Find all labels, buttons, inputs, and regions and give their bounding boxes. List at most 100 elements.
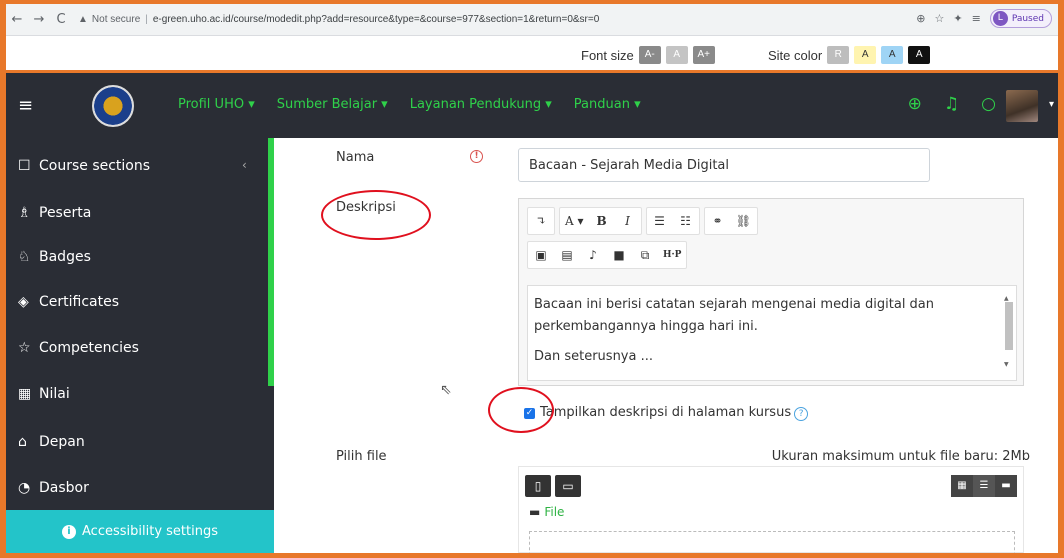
- h5p-button[interactable]: H·P: [658, 242, 686, 268]
- description-line-2: perkembangannya hingga hari ini.: [534, 319, 758, 334]
- dashboard-icon: ◔: [18, 480, 31, 496]
- star-icon[interactable]: ☆: [935, 12, 945, 25]
- annotation-circle-checkbox: [488, 387, 554, 433]
- sidebar-item-dasbor[interactable]: ◔ Dasbor: [18, 480, 89, 496]
- editor-text-area[interactable]: Bacaan ini berisi catatan sejarah mengen…: [527, 285, 1017, 381]
- folder-icon: ▬: [529, 505, 541, 519]
- tree-view-icon[interactable]: ▬: [995, 475, 1017, 497]
- top-navbar: ≡ Profil UHO ▾ Sumber Belajar ▾ Layanan …: [6, 70, 1058, 138]
- zoom-icon[interactable]: ⊕: [916, 12, 925, 25]
- forward-button[interactable]: →: [28, 12, 50, 27]
- italic-button[interactable]: I: [615, 208, 641, 234]
- unordered-list-button[interactable]: ☰: [647, 208, 673, 234]
- create-folder-icon[interactable]: ▭: [555, 475, 581, 497]
- sidebar: ☐ Course sections ‹ ♗ Peserta ♘ Badges ◈…: [6, 138, 274, 553]
- hamburger-menu-icon[interactable]: ≡: [18, 95, 33, 116]
- chat-icon[interactable]: ○: [981, 94, 996, 114]
- extensions-icon[interactable]: ✦: [953, 12, 962, 25]
- ordered-list-button[interactable]: ☷: [673, 208, 699, 234]
- file-drop-zone[interactable]: [529, 531, 1015, 553]
- collapse-chevron-icon[interactable]: ‹: [242, 158, 247, 172]
- grades-icon: ▦: [18, 386, 32, 402]
- max-file-size: Ukuran maksimum untuk file baru: 2Mb: [771, 449, 1030, 464]
- accessibility-bar: Font size A- A A+ Site color R A A A: [6, 36, 1058, 70]
- grid-view-icon[interactable]: ▦: [951, 475, 973, 497]
- menu-panduan[interactable]: Panduan ▾: [574, 97, 641, 112]
- insert-image-button[interactable]: ▣: [528, 242, 554, 268]
- paused-label: Paused: [1011, 13, 1044, 24]
- link-button[interactable]: ⚭: [705, 208, 731, 234]
- record-video-button[interactable]: ■: [606, 242, 632, 268]
- browser-actions: ⊕ ☆ ✦ ≡ L Paused: [916, 9, 1052, 28]
- user-avatar[interactable]: [1006, 90, 1038, 122]
- color-yellow-button[interactable]: A: [854, 46, 877, 64]
- record-audio-button[interactable]: ♪: [580, 242, 606, 268]
- menu-layanan-pendukung[interactable]: Layanan Pendukung ▾: [410, 97, 552, 112]
- profile-avatar: L: [992, 11, 1008, 26]
- add-file-icon[interactable]: ▯: [525, 475, 551, 497]
- list-view-icon[interactable]: ☰: [973, 475, 995, 497]
- show-description-label: Tampilkan deskripsi di halaman kursus?: [540, 405, 809, 421]
- main-menu: Profil UHO ▾ Sumber Belajar ▾ Layanan Pe…: [178, 97, 641, 112]
- required-icon: !: [470, 150, 483, 163]
- sidebar-item-course-sections[interactable]: ☐ Course sections: [18, 158, 150, 174]
- color-default-button[interactable]: R: [827, 46, 850, 64]
- mouse-cursor-icon: ⇖: [440, 382, 452, 398]
- bell-icon[interactable]: ♫: [944, 94, 959, 114]
- sidebar-item-badges[interactable]: ♘ Badges: [18, 249, 91, 265]
- font-decrease-button[interactable]: A-: [638, 46, 661, 64]
- reload-button[interactable]: C: [50, 12, 72, 27]
- font-size-controls: Font size A- A A+: [581, 46, 715, 64]
- font-increase-button[interactable]: A+: [692, 46, 715, 64]
- certificate-icon: ◈: [18, 294, 29, 310]
- paragraph-style-button[interactable]: A ▾: [560, 208, 589, 234]
- address-bar[interactable]: ▲ Not secure | e-green.uho.ac.id/course/…: [78, 8, 599, 32]
- info-icon: i: [62, 524, 77, 539]
- profile-paused-button[interactable]: L Paused: [989, 9, 1052, 28]
- name-input[interactable]: Bacaan - Sejarah Media Digital: [518, 148, 930, 182]
- editor-scrollbar[interactable]: ▲ ▼: [1004, 288, 1014, 376]
- badge-icon: ♘: [18, 249, 31, 265]
- sidebar-item-certificates[interactable]: ◈ Certificates: [18, 294, 119, 310]
- color-dark-button[interactable]: A: [908, 46, 931, 64]
- select-file-label: Pilih file: [336, 449, 387, 464]
- url-text: e-green.uho.ac.id/course/modedit.php?add…: [152, 14, 600, 25]
- site-color-label: Site color: [768, 47, 823, 63]
- back-button[interactable]: ←: [6, 12, 28, 27]
- accessibility-settings-button[interactable]: i Accessibility settings: [6, 510, 274, 553]
- help-icon[interactable]: ?: [794, 407, 809, 421]
- description-line-3: Dan seterusnya ...: [534, 349, 653, 364]
- security-status: Not secure: [91, 14, 141, 25]
- university-logo[interactable]: [92, 85, 134, 127]
- navbar-icons: ⊕ ♫ ○: [908, 94, 996, 114]
- sidebar-item-peserta[interactable]: ♗ Peserta: [18, 205, 91, 221]
- font-reset-button[interactable]: A: [665, 46, 688, 64]
- site-color-controls: Site color R A A A: [768, 46, 931, 64]
- font-size-label: Font size: [581, 47, 634, 63]
- globe-icon[interactable]: ⊕: [908, 94, 922, 114]
- home-icon: ⌂: [18, 434, 27, 450]
- menu-profil-uho[interactable]: Profil UHO ▾: [178, 97, 255, 112]
- menu-sumber-belajar[interactable]: Sumber Belajar ▾: [277, 97, 388, 112]
- file-folder-link[interactable]: ▬ File: [529, 505, 564, 519]
- sidebar-item-competencies[interactable]: ☆ Competencies: [18, 340, 139, 356]
- sidebar-item-depan[interactable]: ⌂ Depan: [18, 434, 85, 450]
- editor-toolbar-row-2: ▣ ▤ ♪ ■ ⧉ H·P: [527, 241, 688, 269]
- sidebar-item-nilai[interactable]: ▦ Nilai: [18, 386, 70, 402]
- manage-files-button[interactable]: ⧉: [632, 242, 658, 268]
- bold-button[interactable]: B: [589, 208, 615, 234]
- description-line-1: Bacaan ini berisi catatan sejarah mengen…: [534, 297, 935, 312]
- toolbar-toggle-button[interactable]: ↴: [528, 208, 554, 234]
- browser-toolbar: ← → C ▲ Not secure | e-green.uho.ac.id/c…: [6, 4, 1058, 36]
- user-menu-caret-icon[interactable]: ▾: [1049, 99, 1054, 110]
- file-manager: ▯ ▭ ▦ ☰ ▬ ▬ File: [518, 466, 1024, 553]
- media-icon[interactable]: ≡: [972, 12, 981, 25]
- unlink-button[interactable]: ⛓: [731, 208, 757, 234]
- screen: ← → C ▲ Not secure | e-green.uho.ac.id/c…: [6, 4, 1058, 553]
- square-icon: ☐: [18, 158, 31, 174]
- annotation-circle-description: [321, 190, 431, 240]
- insert-media-button[interactable]: ▤: [554, 242, 580, 268]
- editor-toolbar-row-1: ↴ A ▾ B I ☰ ☷ ⚭ ⛓: [527, 207, 758, 235]
- star-icon: ☆: [18, 340, 31, 356]
- color-blue-button[interactable]: A: [881, 46, 904, 64]
